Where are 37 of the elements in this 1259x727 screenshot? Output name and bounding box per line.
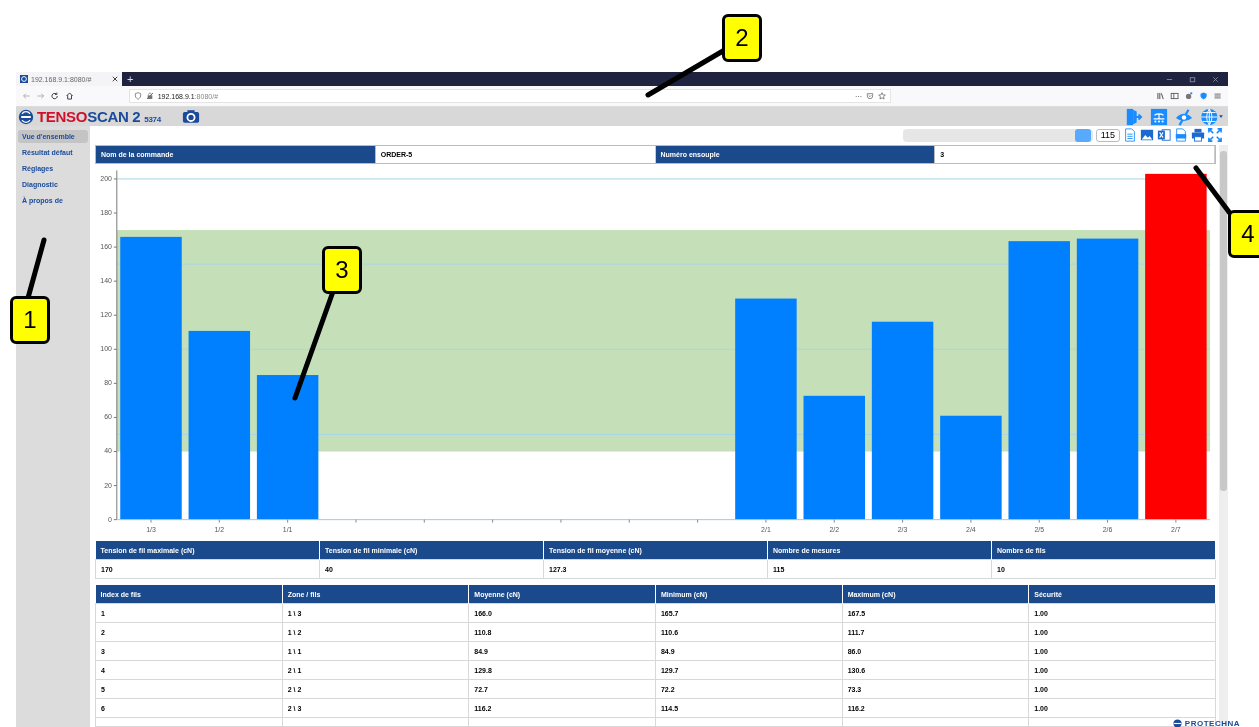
reload-icon[interactable] bbox=[50, 91, 60, 101]
shield-icon bbox=[133, 92, 142, 100]
sidebar-icon[interactable] bbox=[1170, 91, 1180, 101]
fullscreen-icon[interactable] bbox=[1208, 128, 1222, 142]
restore-icon[interactable] bbox=[1188, 74, 1197, 84]
callout-badge: 4 bbox=[1228, 210, 1259, 258]
callout-badge: 3 bbox=[322, 246, 362, 294]
callout-badge: 1 bbox=[10, 296, 50, 344]
account-icon[interactable] bbox=[1184, 91, 1194, 101]
camera-icon[interactable] bbox=[181, 109, 200, 124]
exit-icon[interactable] bbox=[1125, 107, 1143, 126]
callout-badge: 2 bbox=[722, 14, 762, 62]
slider-track[interactable] bbox=[902, 128, 1093, 142]
close-icon[interactable] bbox=[1211, 74, 1220, 84]
menu-icon[interactable] bbox=[1212, 91, 1222, 101]
app-title: TENSOSCAN 2 5374 bbox=[37, 108, 161, 125]
pocket-icon[interactable] bbox=[866, 92, 875, 100]
network-icon[interactable] bbox=[1150, 107, 1168, 126]
hidden-eye-icon[interactable] bbox=[1175, 107, 1193, 126]
insecure-lock-icon bbox=[145, 92, 154, 100]
home-icon[interactable] bbox=[64, 91, 74, 101]
shield-icon[interactable] bbox=[1198, 91, 1208, 101]
favicon-icon bbox=[20, 75, 28, 83]
count-field[interactable]: 115 bbox=[1095, 128, 1120, 142]
star-icon[interactable] bbox=[878, 92, 887, 100]
company-logo-text: PROTECHNA bbox=[1184, 719, 1240, 727]
spreadsheet-icon[interactable] bbox=[1157, 128, 1171, 142]
document-icon[interactable] bbox=[1123, 128, 1137, 142]
slider-thumb[interactable] bbox=[1075, 128, 1092, 142]
image-icon[interactable] bbox=[1140, 128, 1154, 142]
logo-icon bbox=[18, 108, 34, 125]
print-icon[interactable] bbox=[1191, 128, 1205, 142]
globe-icon[interactable] bbox=[1200, 107, 1224, 126]
library-icon[interactable] bbox=[1156, 91, 1166, 101]
new-tab-button[interactable]: + bbox=[127, 72, 134, 86]
close-icon[interactable] bbox=[112, 76, 118, 82]
text-file-icon[interactable] bbox=[1174, 128, 1188, 142]
